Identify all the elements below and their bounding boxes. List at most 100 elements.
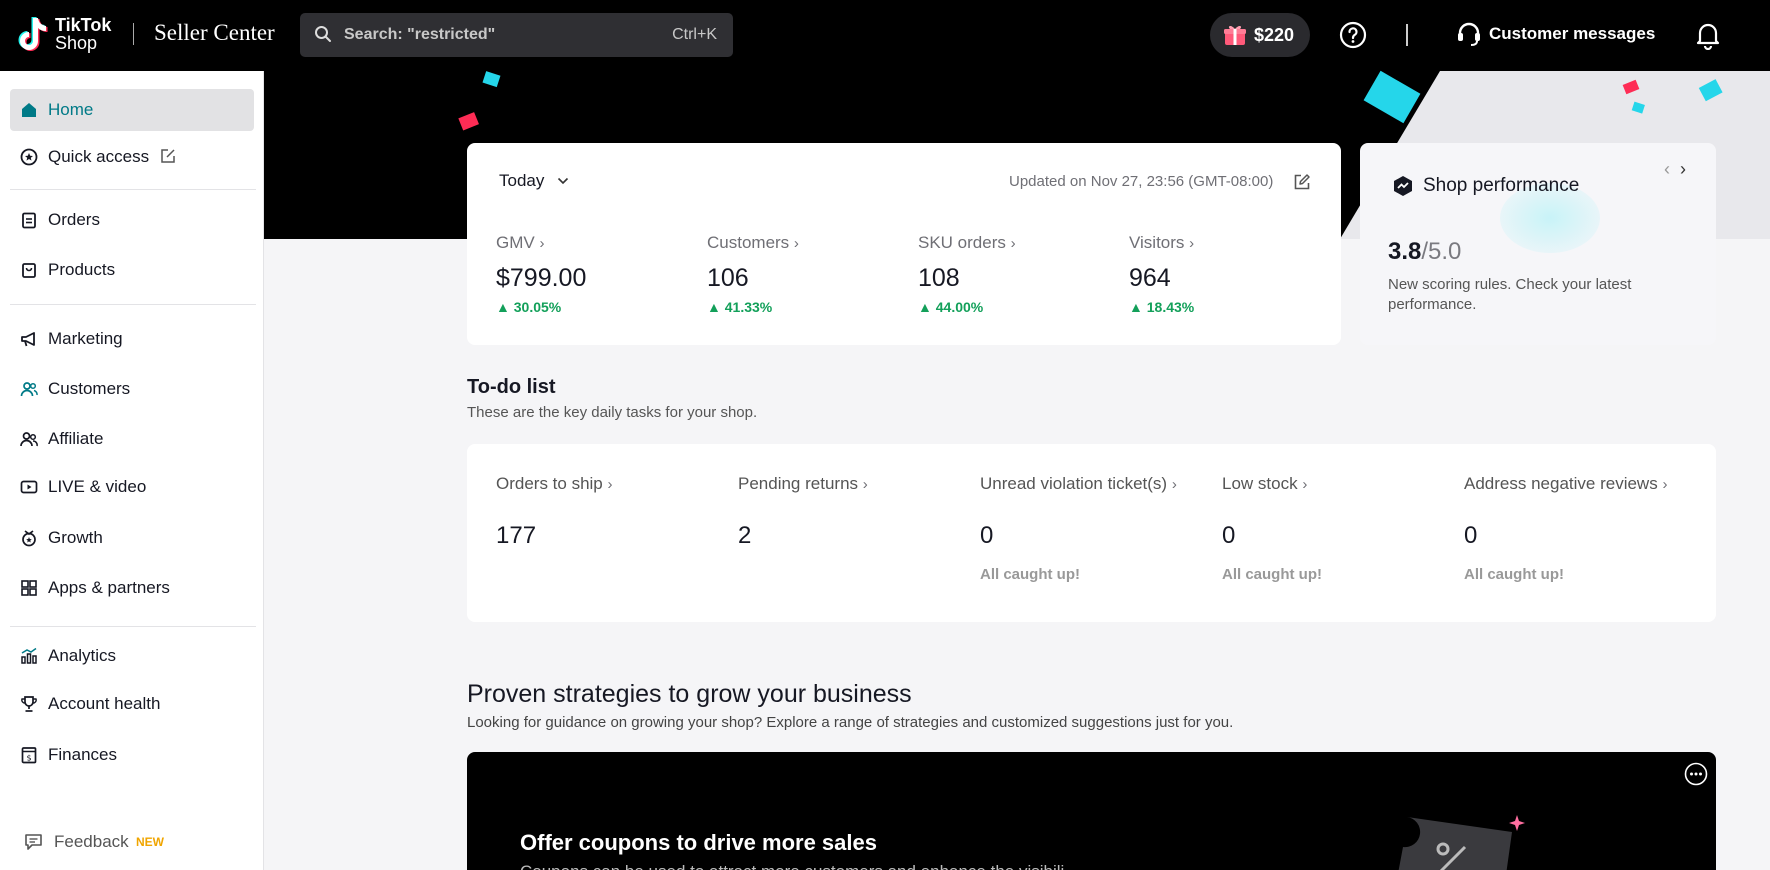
sidebar-item-home[interactable]: Home xyxy=(10,89,254,131)
todo-value: 177 xyxy=(496,522,537,549)
chevron-right-icon: › xyxy=(862,476,868,493)
search-input[interactable]: Search: "restricted" xyxy=(344,26,495,44)
metric-change: 44.00% xyxy=(935,299,984,315)
sidebar-item-apps-partners[interactable]: Apps & partners xyxy=(10,567,254,609)
confetti-decoration xyxy=(482,71,501,88)
search-icon xyxy=(315,26,331,42)
chevron-right-icon: › xyxy=(1662,476,1668,493)
todo-name: Low stock xyxy=(1222,474,1298,493)
trophy-icon xyxy=(21,696,37,712)
metric-sku-orders[interactable]: SKU orders › 108 ▲ 44.00% xyxy=(918,233,1118,323)
sidebar: Home Quick access Orders Products Market… xyxy=(0,71,264,870)
chevron-down-icon[interactable] xyxy=(557,176,569,186)
sidebar-item-growth[interactable]: Growth xyxy=(10,517,254,559)
top-bar: TikTok Shop Seller Center Search: "restr… xyxy=(0,0,1770,71)
tiktok-note-icon xyxy=(18,17,48,51)
sidebar-divider xyxy=(10,304,256,305)
chevron-left-icon[interactable]: ‹ xyxy=(1664,159,1680,179)
coupon-strategy-card[interactable]: Offer coupons to drive more sales Coupon… xyxy=(467,752,1716,870)
metric-value: 108 xyxy=(918,264,960,292)
todo-pending-returns[interactable]: Pending returns › 2 xyxy=(738,474,978,550)
growth-icon xyxy=(22,530,36,547)
performance-title: Shop performance xyxy=(1423,175,1580,196)
coupon-description: Coupons can be used to attract more cust… xyxy=(520,862,1064,870)
logo-shop: Shop xyxy=(55,33,98,53)
metric-gmv[interactable]: GMV › $799.00 ▲ 30.05% xyxy=(496,233,696,323)
edit-shortcut-icon[interactable] xyxy=(160,148,176,164)
sidebar-item-label: Affiliate xyxy=(48,429,104,448)
chevron-right-icon: › xyxy=(1302,476,1308,493)
confetti-decoration xyxy=(1631,101,1645,114)
metric-customers[interactable]: Customers › 106 ▲ 41.33% xyxy=(707,233,907,323)
chevron-right-icon: › xyxy=(1171,476,1177,493)
product-name: Seller Center xyxy=(154,20,275,45)
todo-note: All caught up! xyxy=(980,566,1080,583)
home-icon xyxy=(22,103,36,117)
sidebar-item-label: Quick access xyxy=(48,147,150,166)
todo-name: Address negative reviews xyxy=(1464,474,1658,493)
todo-negative-reviews[interactable]: Address negative reviews › 0 All caught … xyxy=(1464,474,1704,583)
coupon-ticket-icon xyxy=(1398,815,1525,870)
arrow-up-icon: ▲ xyxy=(496,299,510,315)
sidebar-item-orders[interactable]: Orders xyxy=(10,199,254,241)
sidebar-divider xyxy=(10,189,256,190)
todo-value: 0 xyxy=(1464,522,1478,549)
sidebar-item-products[interactable]: Products xyxy=(10,249,254,291)
affiliate-icon xyxy=(20,432,38,447)
sidebar-item-account-health[interactable]: Account health xyxy=(10,683,254,725)
period-selector[interactable]: Today xyxy=(499,171,544,191)
bonus-amount: $220 xyxy=(1254,25,1295,45)
sidebar-item-label: Home xyxy=(48,100,94,119)
star-icon xyxy=(20,148,38,166)
todo-low-stock[interactable]: Low stock › 0 All caught up! xyxy=(1222,474,1462,583)
sidebar-item-marketing[interactable]: Marketing xyxy=(10,318,254,360)
sidebar-item-label: Account health xyxy=(48,694,161,713)
today-stats-card: Today Updated on Nov 27, 23:56 (GMT-08:0… xyxy=(467,143,1341,345)
metric-value: 964 xyxy=(1129,264,1171,292)
sidebar-divider xyxy=(10,626,256,627)
sidebar-item-label: Analytics xyxy=(48,646,117,665)
sidebar-item-live-video[interactable]: LIVE & video xyxy=(10,466,254,508)
coupon-title: Offer coupons to drive more sales xyxy=(520,830,877,855)
sidebar-item-label: Products xyxy=(48,260,116,279)
search-bar[interactable]: Search: "restricted" Ctrl+K xyxy=(300,13,733,57)
bag-icon xyxy=(22,263,36,278)
edit-icon[interactable] xyxy=(1293,173,1311,191)
todo-unread-violations[interactable]: Unread violation ticket(s) › 0 All caugh… xyxy=(980,474,1220,583)
chevron-right-icon: › xyxy=(1189,235,1195,252)
arrow-up-icon: ▲ xyxy=(1129,299,1143,315)
confetti-decoration xyxy=(1363,70,1421,124)
growth-subtitle: Looking for guidance on growing your sho… xyxy=(467,714,1234,731)
sidebar-item-label: Apps & partners xyxy=(48,578,170,597)
sidebar-item-quick-access[interactable]: Quick access xyxy=(10,136,254,178)
sidebar-item-analytics[interactable]: Analytics xyxy=(10,635,254,677)
bonus-button[interactable]: $220 xyxy=(1210,13,1310,57)
chevron-right-icon[interactable]: › xyxy=(1680,159,1696,179)
shop-performance-card[interactable]: Shop performance ‹› 3.8/5.0 New scoring … xyxy=(1360,143,1716,345)
todo-value: 2 xyxy=(738,522,752,549)
arrow-up-icon: ▲ xyxy=(918,299,932,315)
bell-icon[interactable] xyxy=(1694,20,1722,50)
metric-visitors[interactable]: Visitors › 964 ▲ 18.43% xyxy=(1129,233,1329,323)
todo-title: To-do list xyxy=(467,376,556,398)
sidebar-item-label: Customers xyxy=(48,379,131,398)
logo-divider xyxy=(133,23,134,45)
metric-change: 41.33% xyxy=(724,299,773,315)
sidebar-item-finances[interactable]: $ Finances xyxy=(10,734,254,776)
sidebar-item-label: Growth xyxy=(48,528,103,547)
more-options-icon[interactable] xyxy=(1684,762,1708,786)
performance-description: New scoring rules. Check your latest per… xyxy=(1388,276,1632,313)
todo-value: 0 xyxy=(980,522,994,549)
sidebar-item-label: Marketing xyxy=(48,329,123,348)
confetti-decoration xyxy=(458,112,479,131)
todo-orders-to-ship[interactable]: Orders to ship › 177 xyxy=(496,474,736,550)
sidebar-item-affiliate[interactable]: Affiliate xyxy=(10,418,254,460)
megaphone-icon xyxy=(21,332,35,347)
arrow-up-icon: ▲ xyxy=(707,299,721,315)
sidebar-item-customers[interactable]: Customers xyxy=(10,368,254,410)
metric-value: $799.00 xyxy=(496,264,587,292)
help-icon[interactable] xyxy=(1339,21,1367,49)
search-shortcut: Ctrl+K xyxy=(672,26,717,43)
tiktok-shop-logo[interactable]: TikTok Shop xyxy=(18,14,118,54)
todo-subtitle: These are the key daily tasks for your s… xyxy=(467,404,758,421)
